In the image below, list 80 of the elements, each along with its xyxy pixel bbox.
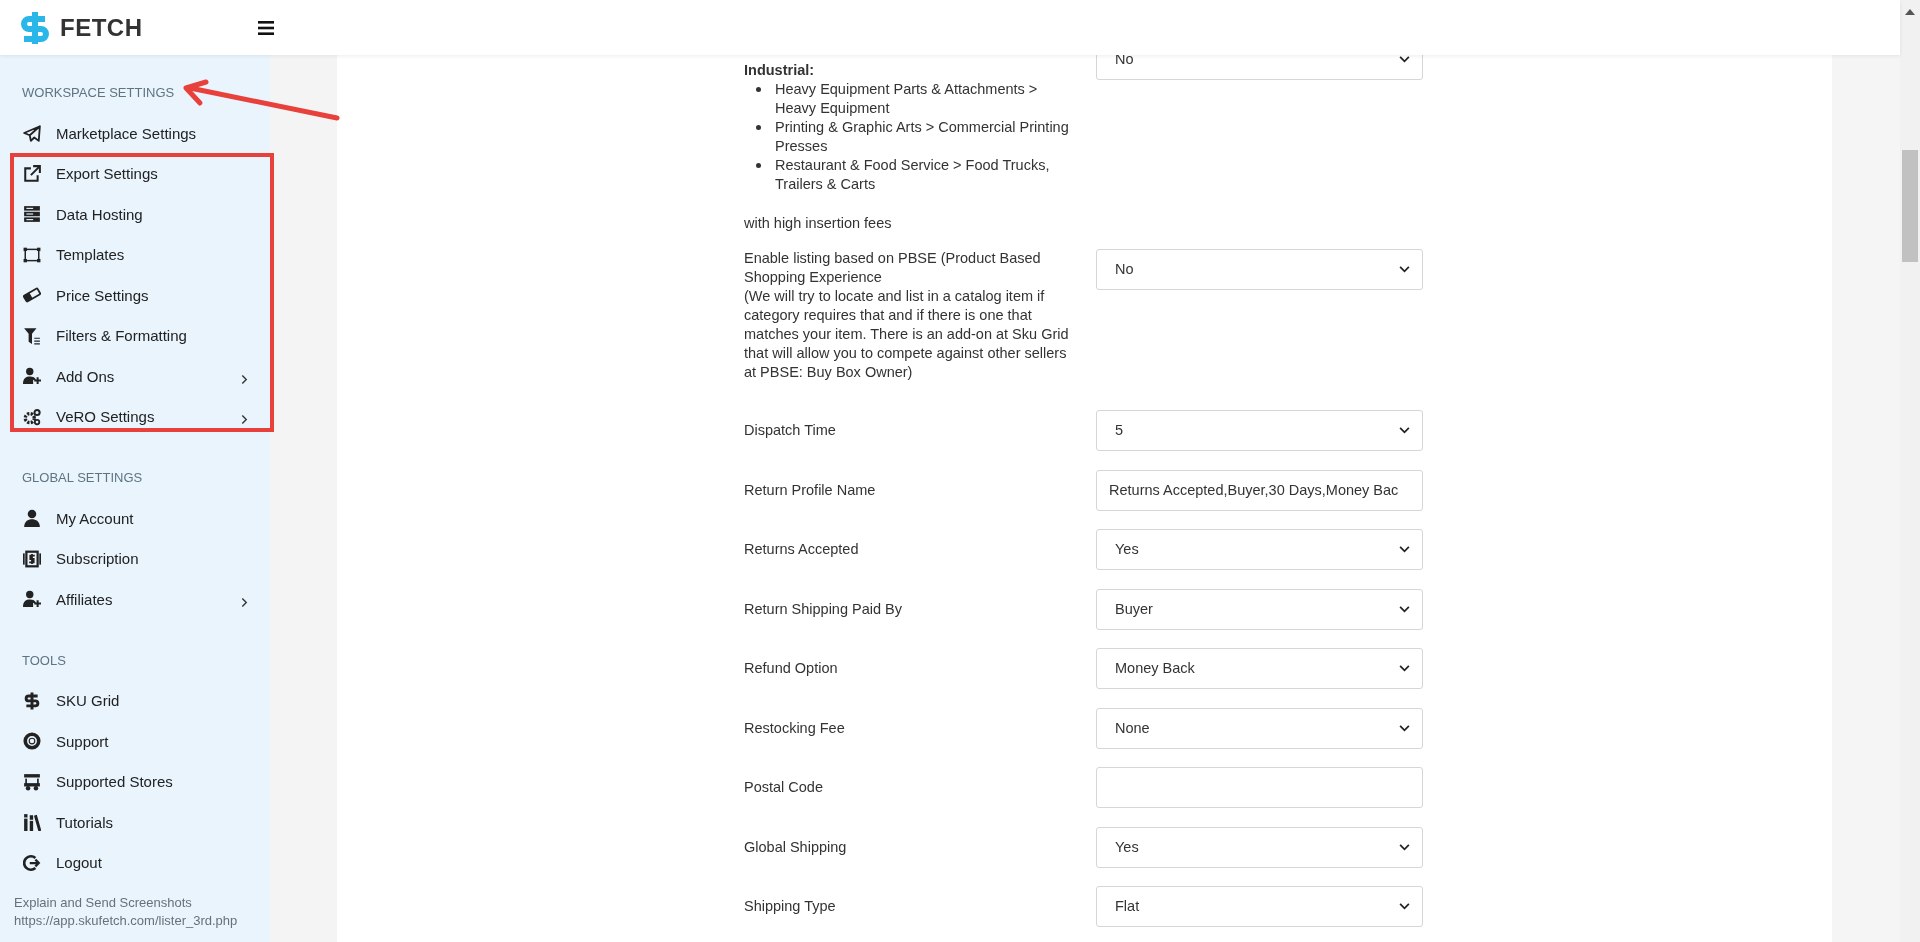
field-description: (We will try to locate and list in a catalog item if category requires that and if there is one that matches your item. There is an add-on at Sku Grid that will allow you to compete against other sellers at PBSE: Buy Box Owner): [744, 287, 1070, 382]
menu-icon[interactable]: [257, 20, 274, 35]
field-label: Postal Code: [744, 778, 824, 797]
frame-icon: [23, 245, 41, 264]
caret-icon: [1399, 266, 1410, 273]
field-label: Returns Accepted: [744, 540, 860, 559]
dropdown[interactable]: Yes: [1096, 826, 1423, 868]
sidebar-item[interactable]: Support: [0, 721, 270, 762]
section-title: WORKSPACE SETTINGS: [21, 84, 176, 102]
dollar-logo-icon: [20, 10, 50, 45]
category-heading: Industrial:: [744, 61, 816, 80]
sidebar-item[interactable]: Export Settings: [0, 153, 270, 194]
bullet-dot: [756, 87, 761, 92]
dollar-icon: [23, 691, 41, 710]
caret-icon: [1399, 546, 1410, 553]
input-field[interactable]: [1096, 767, 1423, 808]
section-title: TOOLS: [21, 651, 67, 670]
list-item: Restaurant & Food Service > Food Trucks, Trailers & Carts: [775, 156, 1051, 194]
field-label: Return Profile Name: [744, 480, 877, 500]
field-label: Enable listing based on PBSE (Product Based Shopping Experience: [744, 249, 1042, 287]
sidebar-item[interactable]: Subscription: [0, 538, 270, 579]
field-label: Restocking Fee: [744, 718, 846, 738]
sidebar-item[interactable]: Logout: [0, 842, 270, 883]
field-label: Return Shipping Paid By: [744, 599, 903, 619]
dropdown[interactable]: No: [1096, 249, 1423, 290]
dropdown[interactable]: Yes: [1096, 529, 1423, 570]
bullet-dot: [756, 125, 761, 130]
sidebar-item[interactable]: Affiliates: [0, 579, 270, 620]
external-link-icon: [23, 164, 41, 183]
logo-text[interactable]: FETCH: [60, 13, 143, 42]
field-label: Refund Option: [744, 659, 839, 678]
caret-icon: [1399, 665, 1410, 672]
caret-icon: [1399, 56, 1410, 63]
sidebar-item[interactable]: Supported Stores: [0, 761, 270, 802]
caret-icon: [1399, 903, 1410, 910]
filter-icon: [23, 326, 41, 345]
sidebar-item[interactable]: Add Ons: [0, 356, 270, 397]
screenshot-note: Explain and Send Screenshots: [14, 894, 193, 912]
caret-icon: [1399, 724, 1410, 732]
sidebar-item[interactable]: Data Hosting: [0, 194, 270, 235]
list-item: Printing & Graphic Arts > Commercial Printing Presses: [775, 118, 1070, 156]
sidebar-item[interactable]: SKU Grid: [0, 680, 270, 721]
plane-icon: [23, 124, 41, 143]
scroll-thumb[interactable]: [1902, 150, 1918, 262]
field-label: Shipping Type: [744, 897, 837, 916]
sidebar-item[interactable]: My Account: [0, 498, 270, 539]
lifebuoy-icon: [23, 732, 41, 751]
logout-icon: [23, 853, 41, 872]
sidebar-item[interactable]: Marketplace Settings: [0, 113, 270, 154]
caret-icon: [1399, 427, 1410, 434]
user-plus-icon: [23, 590, 41, 609]
field-label: Dispatch Time: [744, 421, 837, 440]
sidebar-item[interactable]: Filters & Formatting: [0, 315, 270, 356]
caret-icon: [1399, 843, 1410, 851]
dropdown[interactable]: Buyer: [1096, 588, 1423, 630]
books-icon: [23, 813, 41, 832]
section-title: GLOBAL SETTINGS: [21, 469, 144, 487]
dollar-box-icon: [23, 549, 41, 568]
ticket-icon: [23, 286, 41, 305]
screenshot-note: https://app.skufetch.com/lister_3rd.php: [14, 912, 239, 930]
sidebar-item[interactable]: Tutorials: [0, 802, 270, 843]
list-item: Heavy Equipment Parts & Attachments > Heavy Equipment: [775, 80, 1039, 118]
dropdown[interactable]: Money Back: [1096, 648, 1423, 689]
food-cart-icon: [23, 772, 41, 791]
sidebar-item[interactable]: VeRO Settings: [0, 396, 270, 437]
sidebar-item[interactable]: Price Settings: [0, 275, 270, 316]
dropdown[interactable]: Flat: [1096, 886, 1423, 927]
user-plus-icon: [23, 367, 41, 386]
bullet-dot: [756, 163, 761, 168]
user-icon: [23, 509, 41, 528]
dropdown[interactable]: None: [1096, 707, 1423, 749]
field-note: with high insertion fees: [744, 214, 893, 233]
dropdown[interactable]: 5: [1096, 410, 1423, 451]
input-field[interactable]: Returns Accepted,Buyer,30 Days,Money Bac: [1096, 469, 1423, 511]
scroll-up-icon[interactable]: [1905, 9, 1915, 15]
sidebar-item[interactable]: Templates: [0, 234, 270, 275]
scrollbar[interactable]: [1900, 0, 1920, 942]
field-label: Global Shipping: [744, 837, 848, 857]
server-icon: [23, 205, 41, 224]
caret-icon: [1399, 605, 1410, 613]
